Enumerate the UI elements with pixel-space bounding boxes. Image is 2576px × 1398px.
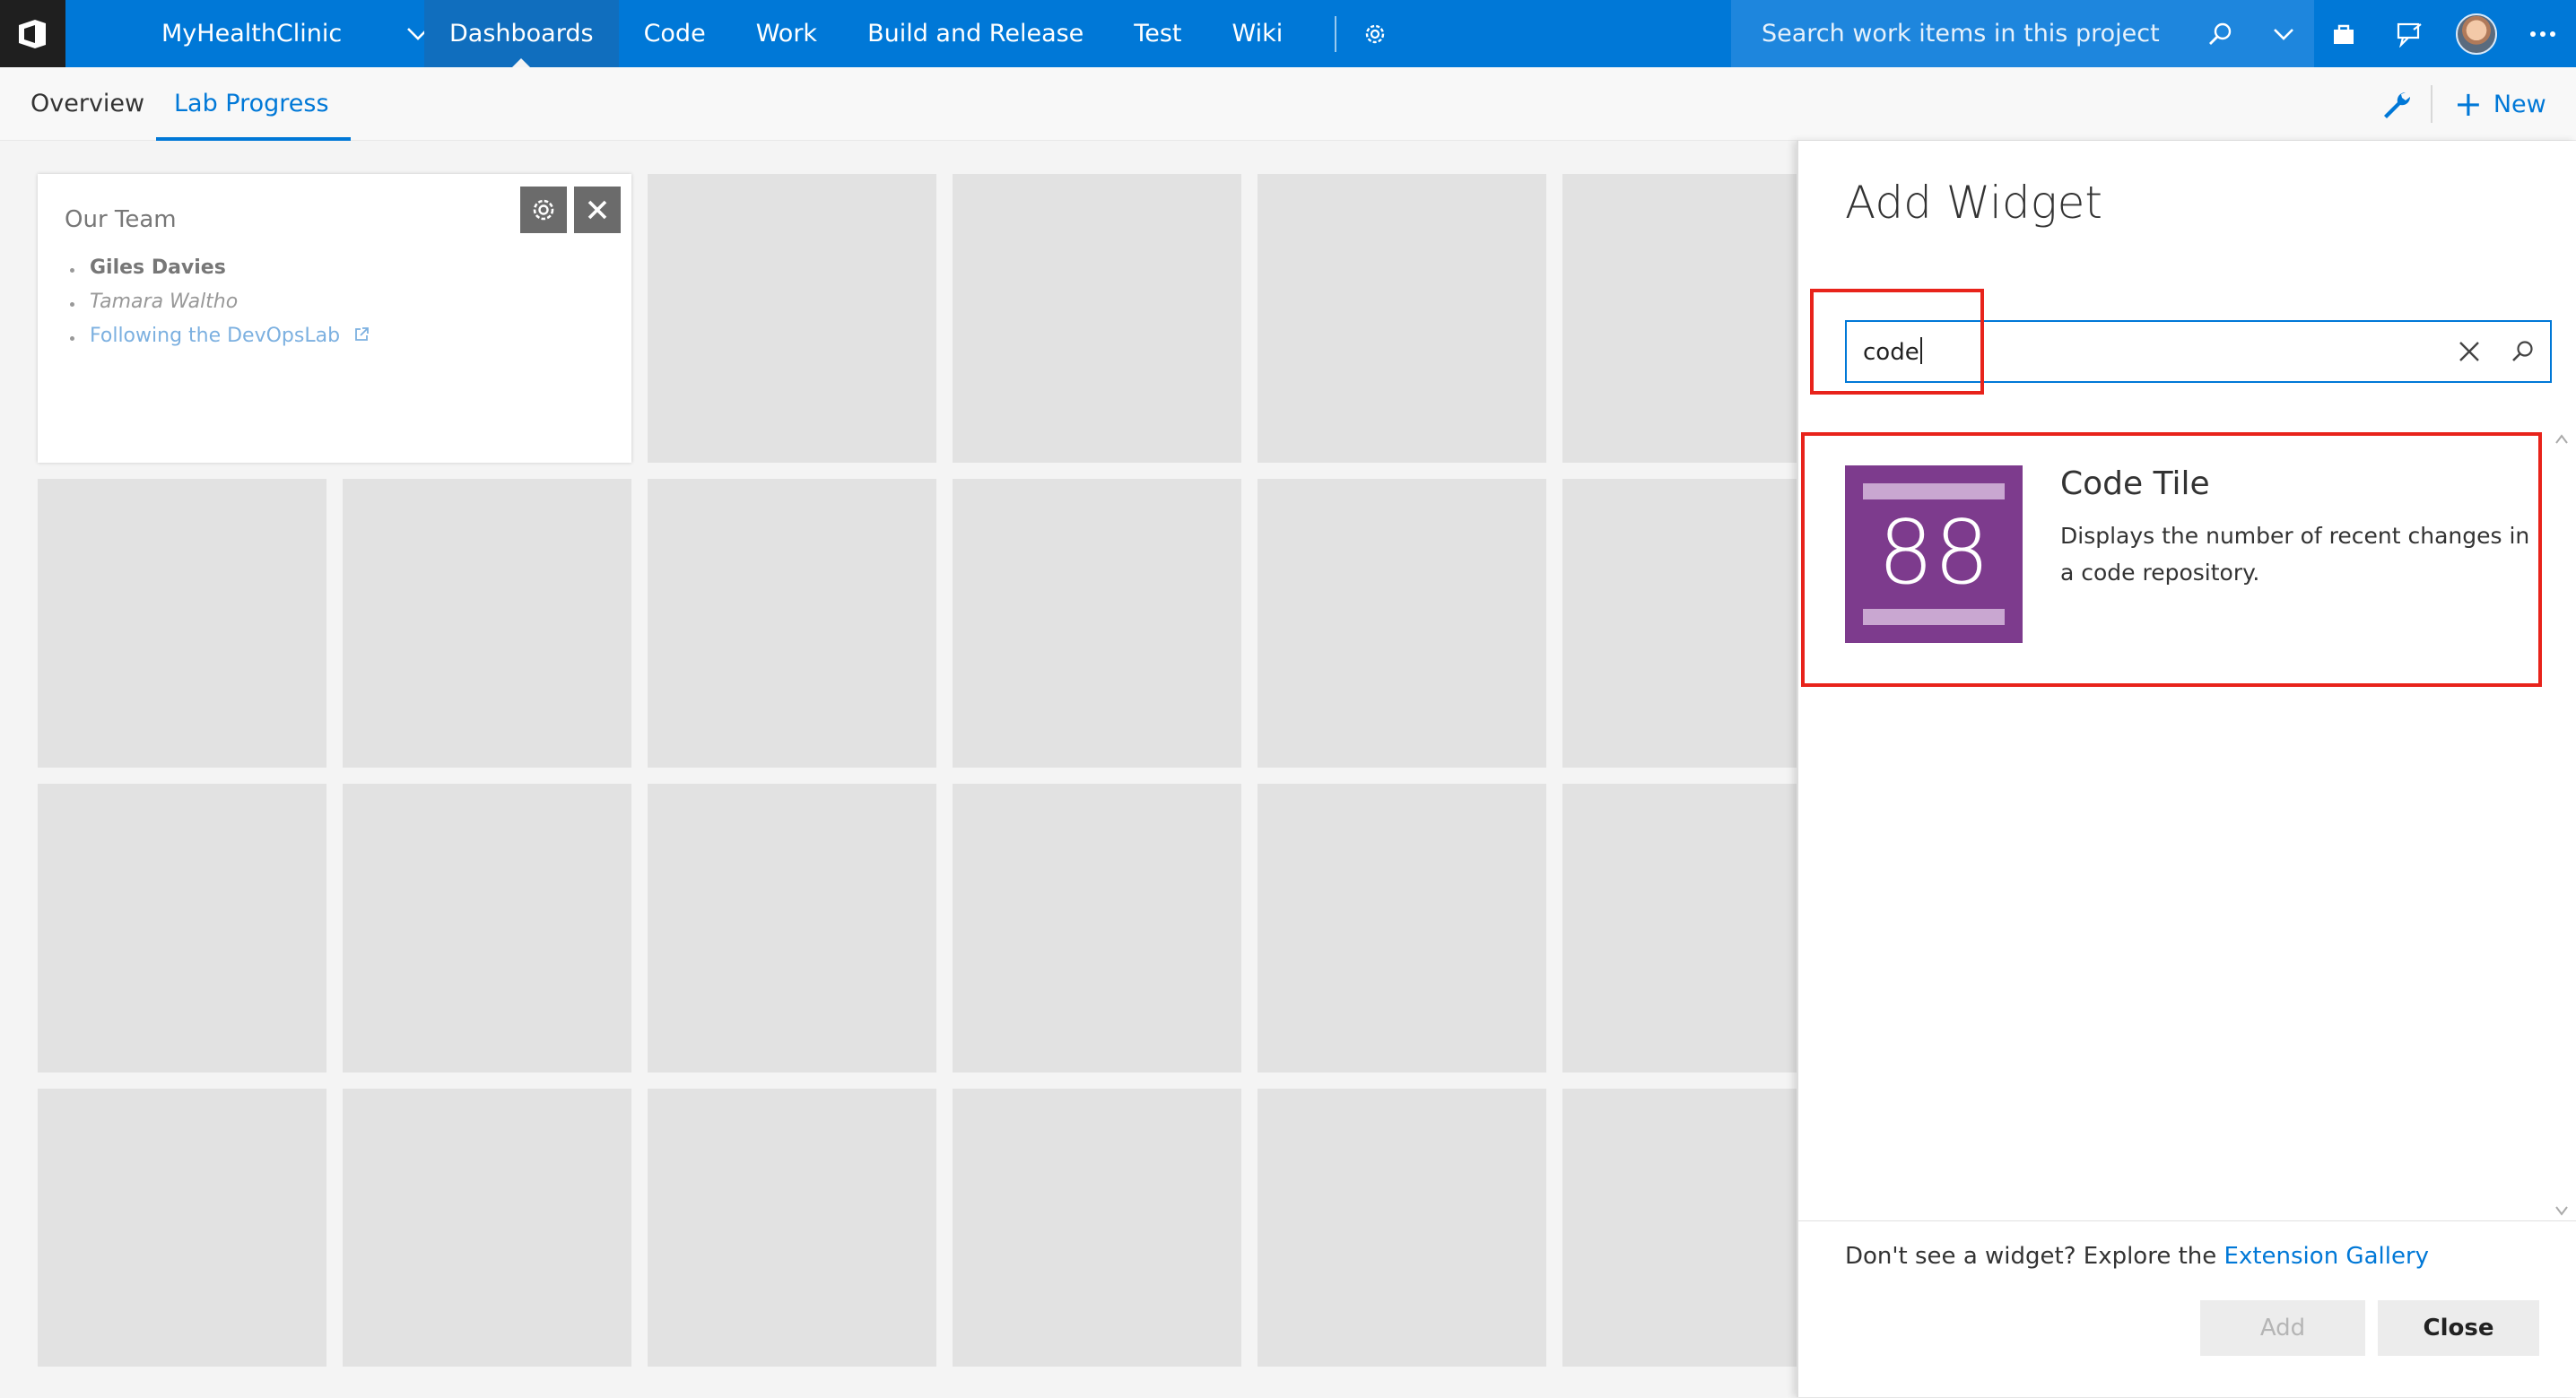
empty-widget-slot [1562, 784, 1797, 1072]
add-button[interactable]: Add [2200, 1300, 2365, 1356]
empty-widget-slot [1562, 479, 1797, 768]
empty-widget-slot [1258, 479, 1546, 768]
results-scrollbar[interactable] [2553, 430, 2571, 1220]
extension-gallery-link[interactable]: Extension Gallery [2224, 1243, 2430, 1270]
toolbar-divider [2431, 85, 2432, 123]
our-team-widget[interactable]: Our Team Giles Davies Tamara Waltho Foll… [38, 174, 631, 463]
widget-title: Our Team [65, 206, 177, 233]
search-icon[interactable] [2203, 21, 2239, 48]
empty-widget-slot [343, 784, 631, 1072]
project-name: MyHealthClinic [161, 20, 343, 48]
work-item-search[interactable]: Search work items in this project [1731, 0, 2314, 67]
empty-widget-slot [1562, 1089, 1797, 1367]
top-right-actions [2311, 0, 2576, 67]
scrollbar-arrows-icon [2555, 434, 2568, 1216]
empty-widget-slot [953, 479, 1241, 768]
settings-gear-icon[interactable] [1362, 21, 1388, 48]
devopslab-link-label: Following the DevOpsLab [90, 325, 341, 347]
hub-test[interactable]: Test [1109, 0, 1206, 67]
empty-widget-slot [1258, 1089, 1546, 1367]
tab-lab-progress[interactable]: Lab Progress [156, 67, 351, 141]
avatar [2456, 13, 2497, 55]
empty-widget-slot [648, 479, 936, 768]
search-highlight-box [1810, 289, 1984, 395]
search-icon[interactable] [2496, 339, 2550, 364]
feedback-icon[interactable] [2377, 0, 2443, 67]
plus-icon: + [2454, 84, 2483, 124]
empty-widget-slot [38, 784, 326, 1072]
hub-code[interactable]: Code [619, 0, 731, 67]
team-member-giles: Giles Davies [69, 256, 370, 291]
close-button[interactable]: Close [2378, 1300, 2539, 1356]
top-navigation-bar: MyHealthClinic Dashboards Code Work Buil… [0, 0, 2576, 67]
wrench-edit-icon[interactable] [2379, 87, 2415, 123]
empty-widget-slot [953, 1089, 1241, 1367]
empty-widget-slot [1562, 174, 1797, 463]
empty-widget-slot [953, 784, 1241, 1072]
new-button-label: New [2493, 90, 2546, 118]
widget-settings-gear-icon[interactable] [520, 187, 567, 233]
vsts-logo-icon[interactable] [0, 0, 65, 67]
dashboard-tabs-bar: Overview Lab Progress + New [0, 67, 2576, 141]
more-options-ellipsis-icon[interactable] [2510, 0, 2576, 67]
empty-widget-slot [648, 784, 936, 1072]
empty-widget-slot [648, 174, 936, 463]
panel-footer: Don't see a widget? Explore the Extensio… [1798, 1220, 2576, 1398]
team-member-list: Giles Davies Tamara Waltho Following the… [69, 256, 370, 359]
empty-widget-slot [38, 479, 326, 768]
empty-widget-slot [1258, 784, 1546, 1072]
project-switcher[interactable]: MyHealthClinic [65, 0, 430, 67]
empty-widget-slot [38, 1089, 326, 1367]
user-avatar[interactable] [2443, 0, 2510, 67]
hub-work[interactable]: Work [731, 0, 842, 67]
hub-build-and-release[interactable]: Build and Release [842, 0, 1109, 67]
empty-widget-slot [953, 174, 1241, 463]
result-highlight-box [1801, 432, 2542, 687]
search-placeholder: Search work items in this project [1762, 20, 2160, 48]
explore-text: Don't see a widget? Explore the Extensio… [1845, 1243, 2429, 1270]
empty-widget-slot [343, 479, 631, 768]
team-devopslab-link[interactable]: Following the DevOpsLab [69, 325, 370, 359]
hub-dashboards[interactable]: Dashboards [424, 0, 619, 67]
hub-divider [1335, 15, 1337, 52]
hub-wiki[interactable]: Wiki [1206, 0, 1308, 67]
external-link-icon [346, 325, 370, 347]
explore-prompt: Don't see a widget? Explore the [1845, 1243, 2217, 1270]
widget-close-icon[interactable] [574, 187, 621, 233]
empty-widget-slot [343, 1089, 631, 1367]
empty-widget-slot [1258, 174, 1546, 463]
search-options-chevron-icon[interactable] [2266, 27, 2302, 41]
marketplace-bag-icon[interactable] [2311, 0, 2377, 67]
clear-search-icon[interactable] [2442, 340, 2496, 363]
panel-title: Add Widget [1845, 177, 2103, 229]
new-dashboard-button[interactable]: + New [2454, 67, 2546, 141]
empty-widget-slot [648, 1089, 936, 1367]
team-member-tamara: Tamara Waltho [69, 291, 370, 325]
tab-overview[interactable]: Overview [30, 67, 144, 141]
